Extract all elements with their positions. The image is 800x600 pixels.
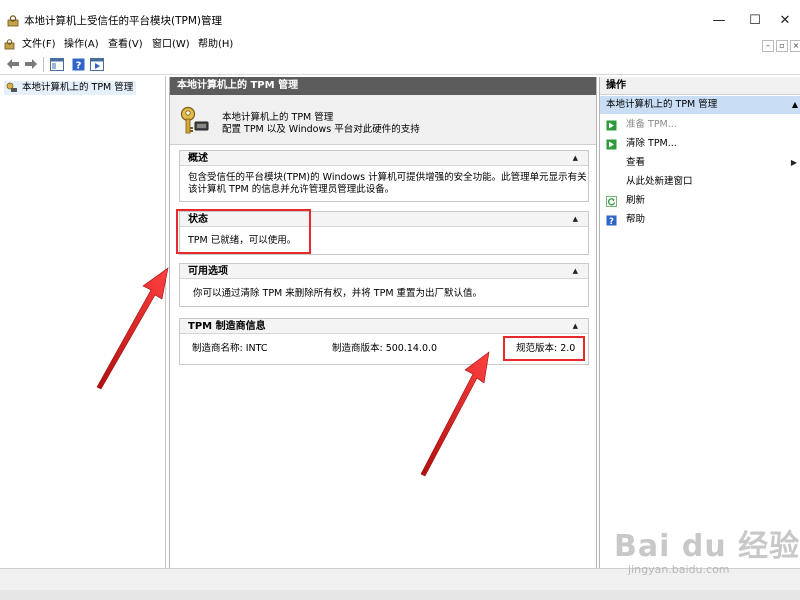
tree-item-tpm-management[interactable]: 本地计算机上的 TPM 管理 [4, 81, 137, 95]
maximize-button[interactable]: ☐ [742, 10, 768, 30]
child-minimize-button[interactable]: – [762, 40, 774, 52]
action-help-label: 帮助 [626, 214, 646, 225]
action-view[interactable]: 查看 ▶ [600, 154, 800, 172]
title-bar: 本地计算机上受信任的平台模块(TPM)管理 — ☐ ✕ [0, 0, 800, 34]
svg-text:?: ? [75, 60, 81, 71]
tpm-management-window: 本地计算机上受信任的平台模块(TPM)管理 — ☐ ✕ 文件(F) 操作(A) … [0, 0, 800, 600]
action-refresh-label: 刷新 [626, 195, 646, 206]
tpm-key-icon [180, 106, 209, 134]
help-toolbar-button[interactable]: ? [69, 56, 87, 72]
actions-group-tpm-management[interactable]: 本地计算机上的 TPM 管理 ▲ [600, 96, 800, 114]
prepare-tpm-icon [606, 120, 617, 131]
intro-banner: 本地计算机上的 TPM 管理 配置 TPM 以及 Windows 平台对此硬件的… [170, 95, 596, 145]
console-tree-pane: 本地计算机上的 TPM 管理 [0, 76, 166, 568]
status-section: 状态 ▲ TPM 已就绪，可以使用。 [179, 211, 589, 255]
overview-text-line1: 包含受信任的平台模块(TPM)的 Windows 计算机可提供增强的安全功能。此… [188, 172, 587, 183]
minimize-button[interactable]: — [706, 10, 732, 30]
available-options-section-header: 可用选项 ▲ [180, 264, 588, 279]
actions-group-label: 本地计算机上的 TPM 管理 [606, 99, 718, 110]
actions-pane: 操作 本地计算机上的 TPM 管理 ▲ 准备 TPM... 清除 TPM... … [599, 77, 800, 568]
menu-file[interactable]: 文件(F) [22, 38, 56, 51]
show-hide-tree-button[interactable] [48, 56, 66, 72]
action-prepare-tpm[interactable]: 准备 TPM... [600, 116, 800, 134]
action-prepare-tpm-label: 准备 TPM... [626, 119, 677, 130]
available-options-collapse-button[interactable]: ▲ [573, 265, 578, 278]
back-arrow-icon [7, 59, 19, 69]
manufacturer-info-section: TPM 制造商信息 ▲ 制造商名称: INTC 制造商版本: 500.14.0.… [179, 318, 589, 365]
help-icon: ? [606, 215, 617, 226]
actions-pane-header: 操作 [600, 77, 800, 95]
forward-button[interactable] [22, 56, 40, 72]
window-title: 本地计算机上受信任的平台模块(TPM)管理 [24, 15, 222, 27]
overview-title: 概述 [188, 153, 208, 164]
clear-tpm-icon [606, 139, 617, 150]
manufacturer-info-collapse-button[interactable]: ▲ [573, 320, 578, 333]
svg-text:?: ? [609, 217, 614, 226]
menu-window[interactable]: 窗口(W) [152, 38, 190, 51]
help-icon: ? [72, 58, 84, 71]
intro-description: 配置 TPM 以及 Windows 平台对此硬件的支持 [222, 124, 420, 135]
system-menu-icon[interactable] [4, 39, 15, 50]
forward-arrow-icon [25, 59, 37, 69]
manufacturer-version: 制造商版本: 500.14.0.0 [332, 343, 438, 354]
action-refresh[interactable]: 刷新 [600, 192, 800, 210]
overview-text-line2: 该计算机 TPM 的信息并允许管理员管理此设备。 [188, 184, 395, 195]
action-help[interactable]: ? 帮助 [600, 211, 800, 229]
spec-version: 规范版本: 2.0 [516, 343, 576, 354]
refresh-icon [606, 196, 617, 207]
available-options-title: 可用选项 [188, 266, 228, 277]
actions-group-collapse-icon[interactable]: ▲ [792, 96, 798, 114]
status-text: TPM 已就绪，可以使用。 [188, 235, 297, 246]
action-clear-tpm[interactable]: 清除 TPM... [600, 135, 800, 153]
manufacturer-info-section-header: TPM 制造商信息 ▲ [180, 319, 588, 334]
tpm-key-icon [6, 82, 17, 92]
action-clear-tpm-label: 清除 TPM... [626, 138, 677, 149]
child-restore-button[interactable]: ▫ [776, 40, 788, 52]
status-bar [0, 568, 800, 590]
toolbar-separator [43, 57, 44, 72]
action-view-label: 查看 [626, 157, 646, 168]
overview-section-header: 概述 ▲ [180, 151, 588, 166]
tree-item-label: 本地计算机上的 TPM 管理 [22, 82, 134, 93]
show-action-pane-button[interactable] [88, 56, 106, 72]
overview-section: 概述 ▲ 包含受信任的平台模块(TPM)的 Windows 计算机可提供增强的安… [179, 150, 589, 202]
tpm-app-icon [7, 15, 19, 27]
manufacturer-info-title: TPM 制造商信息 [188, 321, 266, 332]
manufacturer-name: 制造商名称: INTC [192, 343, 268, 354]
results-pane-header: 本地计算机上的 TPM 管理 [170, 77, 596, 95]
action-new-window[interactable]: 从此处新建窗口 [600, 173, 800, 191]
available-options-section: 可用选项 ▲ 你可以通过清除 TPM 来删除所有权，并将 TPM 重置为出厂默认… [179, 263, 589, 307]
show-action-pane-icon [90, 57, 104, 71]
submenu-arrow-icon: ▶ [790, 158, 797, 167]
show-hide-tree-icon [50, 57, 64, 71]
status-title: 状态 [188, 214, 208, 225]
taskbar-strip [0, 590, 800, 600]
child-close-button[interactable]: × [790, 40, 800, 52]
close-button[interactable]: ✕ [772, 10, 798, 30]
overview-collapse-button[interactable]: ▲ [573, 152, 578, 165]
available-options-text: 你可以通过清除 TPM 来删除所有权，并将 TPM 重置为出厂默认值。 [193, 288, 483, 299]
status-section-header: 状态 ▲ [180, 212, 588, 227]
status-collapse-button[interactable]: ▲ [573, 213, 578, 226]
back-button[interactable] [4, 56, 22, 72]
toolbar: ? [0, 55, 800, 75]
menu-help[interactable]: 帮助(H) [198, 38, 233, 51]
results-pane: 本地计算机上的 TPM 管理 本地计算机上的 TPM 管理 配置 TPM 以及 … [169, 77, 597, 568]
menu-bar: 文件(F) 操作(A) 查看(V) 窗口(W) 帮助(H) – ▫ × [0, 36, 800, 54]
menu-view[interactable]: 查看(V) [108, 38, 143, 51]
menu-action[interactable]: 操作(A) [64, 38, 99, 51]
action-new-window-label: 从此处新建窗口 [626, 176, 693, 187]
